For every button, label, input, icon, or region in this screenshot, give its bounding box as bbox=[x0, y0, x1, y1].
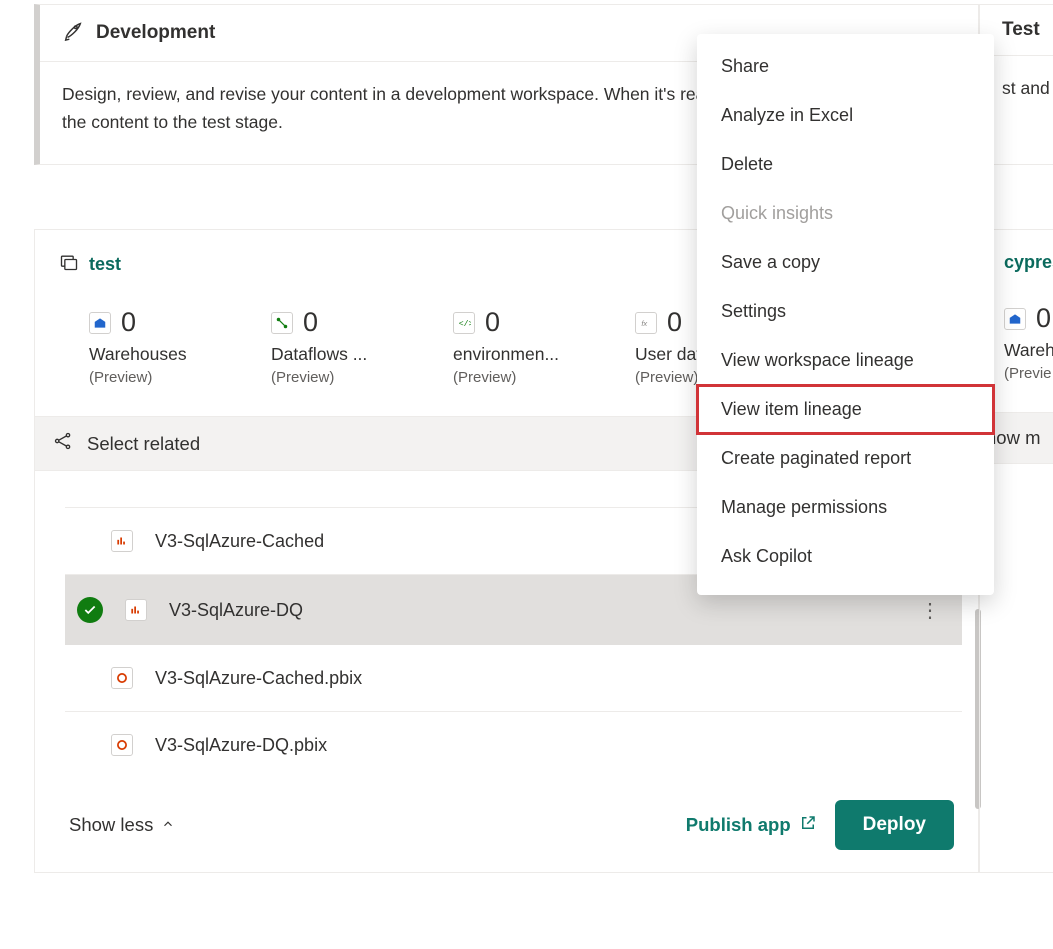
warehouse-icon bbox=[89, 312, 111, 334]
list-item[interactable]: V3-SqlAzure-Cached.pbix bbox=[65, 645, 962, 712]
check-icon[interactable] bbox=[77, 597, 103, 623]
stage-title-test: Test bbox=[1002, 19, 1040, 41]
workspace-icon bbox=[59, 252, 79, 277]
related-icon bbox=[53, 431, 73, 456]
stage-title-dev: Development bbox=[96, 22, 215, 44]
stat-environment[interactable]: </>0 environmen... (Preview) bbox=[453, 307, 631, 386]
item-name: V3-SqlAzure-DQ.pbix bbox=[155, 735, 327, 756]
workspace-name-test[interactable]: cypres bbox=[1004, 252, 1053, 273]
dataflow-icon bbox=[271, 312, 293, 334]
menu-item-ask-copilot[interactable]: Ask Copilot bbox=[697, 532, 994, 581]
menu-item-create-paginated-report[interactable]: Create paginated report bbox=[697, 434, 994, 483]
menu-item-delete[interactable]: Delete bbox=[697, 140, 994, 189]
menu-item-analyze-in-excel[interactable]: Analyze in Excel bbox=[697, 91, 994, 140]
show-more-link[interactable]: how m bbox=[986, 427, 1041, 449]
select-related-label[interactable]: Select related bbox=[87, 433, 200, 455]
report-icon bbox=[111, 530, 133, 552]
menu-item-view-item-lineage[interactable]: View item lineage bbox=[697, 385, 994, 434]
userdata-icon: fx bbox=[635, 312, 657, 334]
svg-text:fx: fx bbox=[641, 318, 648, 327]
menu-item-manage-permissions[interactable]: Manage permissions bbox=[697, 483, 994, 532]
report-icon bbox=[125, 599, 147, 621]
environment-icon: </> bbox=[453, 312, 475, 334]
item-name: V3-SqlAzure-DQ bbox=[169, 600, 303, 621]
pbix-icon bbox=[111, 667, 133, 689]
workspace-name-dev[interactable]: test bbox=[89, 254, 121, 275]
more-icon[interactable]: ⋮ bbox=[920, 598, 940, 623]
menu-item-save-a-copy[interactable]: Save a copy bbox=[697, 238, 994, 287]
menu-item-settings[interactable]: Settings bbox=[697, 287, 994, 336]
list-item[interactable]: V3-SqlAzure-DQ.pbix bbox=[65, 712, 962, 778]
stat-warehouses[interactable]: 0 Warehouses (Preview) bbox=[89, 307, 267, 386]
item-name: V3-SqlAzure-Cached bbox=[155, 531, 324, 552]
pbix-icon bbox=[111, 734, 133, 756]
svg-text:</>: </> bbox=[459, 318, 471, 328]
context-menu: ShareAnalyze in ExcelDeleteQuick insight… bbox=[697, 34, 994, 595]
publish-app-link[interactable]: Publish app bbox=[686, 814, 817, 837]
menu-item-view-workspace-lineage[interactable]: View workspace lineage bbox=[697, 336, 994, 385]
show-less-toggle[interactable]: Show less bbox=[69, 814, 175, 836]
deploy-button[interactable]: Deploy bbox=[835, 800, 954, 850]
item-name: V3-SqlAzure-Cached.pbix bbox=[155, 668, 362, 689]
menu-item-quick-insights: Quick insights bbox=[697, 189, 994, 238]
stat-warehouses-test[interactable]: 0 Wareh (Previe bbox=[1004, 303, 1053, 382]
menu-item-share[interactable]: Share bbox=[697, 42, 994, 91]
warehouse-icon bbox=[1004, 308, 1026, 330]
external-link-icon bbox=[799, 814, 817, 837]
rocket-icon bbox=[62, 19, 84, 47]
chevron-up-icon bbox=[161, 814, 175, 836]
stat-dataflows[interactable]: 0 Dataflows ... (Preview) bbox=[271, 307, 449, 386]
